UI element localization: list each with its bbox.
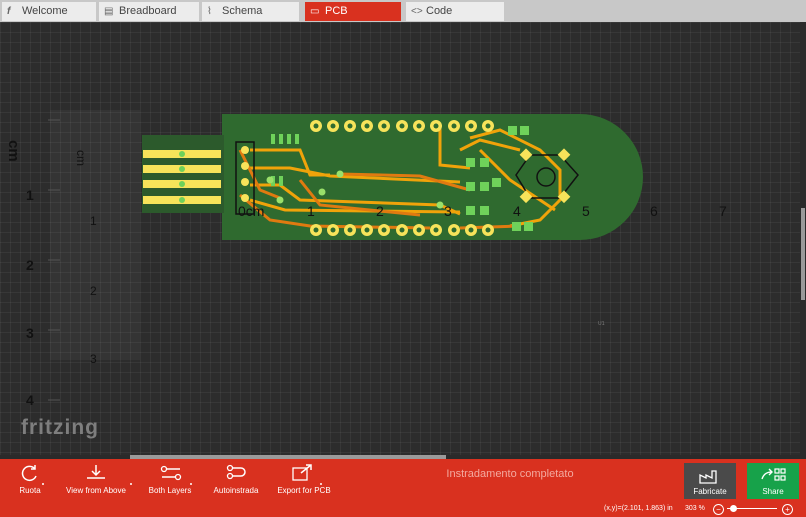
export-for-pcb-button[interactable]: Export for PCB xyxy=(274,459,334,503)
fritzing-logo: fritzing xyxy=(21,416,99,439)
autoroute-button[interactable]: Autoinstrada xyxy=(210,459,262,503)
tab-breadboard[interactable]: ▤ Breadboard xyxy=(99,2,199,21)
ruler-horizontal-label: 3 xyxy=(444,203,452,219)
rotate-icon xyxy=(21,465,37,482)
tab-code[interactable]: <> Code xyxy=(406,2,504,21)
tab-label: Schema xyxy=(222,5,263,17)
ruler-horizontal-label: 5 xyxy=(582,203,590,219)
share-button[interactable]: Share xyxy=(747,463,799,499)
vertical-scrollbar-thumb[interactable] xyxy=(801,208,805,300)
export-for-pcb-label: Export for PCB xyxy=(277,486,331,495)
pcb-drawing: U1 xyxy=(48,110,643,401)
share-icon xyxy=(761,468,786,481)
tab-bar: f Welcome ▤ Breadboard ⌇ Schema ▭ PCB <>… xyxy=(0,0,806,22)
zoom-out-button[interactable]: − xyxy=(713,504,724,515)
factory-icon xyxy=(699,470,717,484)
rotate-button[interactable]: Ruota xyxy=(8,459,52,503)
pcb-icon: ▭ xyxy=(310,6,320,17)
autoroute-label: Autoinstrada xyxy=(213,486,259,495)
tab-label: PCB xyxy=(325,5,348,17)
both-layers-label: Both Layers xyxy=(148,486,192,495)
layers-icon xyxy=(160,465,182,481)
export-icon xyxy=(292,464,312,481)
code-icon: <> xyxy=(411,6,423,17)
ruler-vertical-label: 1 xyxy=(26,187,34,203)
zoom-slider-handle[interactable] xyxy=(730,505,737,512)
tab-label: Code xyxy=(426,5,453,17)
ruler-horizontal-label: 1 xyxy=(307,203,315,219)
ruler-vertical-mid-label: 3 xyxy=(90,352,97,366)
cursor-coordinates: (x,y)=(2.101, 1.863) in xyxy=(604,505,673,512)
ruler-vertical-label: 3 xyxy=(26,325,34,341)
ruler-horizontal-label: 2 xyxy=(376,203,384,219)
fritzing-f-icon: f xyxy=(7,6,11,17)
autoroute-icon xyxy=(226,464,246,480)
tab-schema[interactable]: ⌇ Schema xyxy=(202,2,299,21)
zoom-in-button[interactable]: + xyxy=(782,504,793,515)
ruler-vertical-mid-zero: cm xyxy=(74,150,88,166)
svg-text:U1: U1 xyxy=(598,321,605,327)
zoom-level: 303 % xyxy=(685,505,705,512)
fabricate-button[interactable]: Fabricate xyxy=(684,463,736,499)
view-from-above-button[interactable]: View from Above xyxy=(64,459,132,503)
view-from-above-icon xyxy=(87,465,105,479)
ruler-vertical-mid-label: 1 xyxy=(90,214,97,228)
schematic-icon: ⌇ xyxy=(207,6,212,17)
ruler-sheet xyxy=(50,110,140,360)
ruler-horizontal-label: 6 xyxy=(650,203,658,219)
view-from-above-label: View from Above xyxy=(66,486,126,495)
routing-status-text: Instradamento completato xyxy=(446,468,574,480)
ruler-horizontal-label: 7 xyxy=(719,203,727,219)
ruler-vertical-label: 2 xyxy=(26,257,34,273)
tab-pcb[interactable]: ▭ PCB xyxy=(305,2,401,21)
ruler-horizontal-label: 0cm xyxy=(238,203,265,219)
ruler-vertical-label: 4 xyxy=(26,392,34,408)
share-label: Share xyxy=(762,487,784,496)
tab-label: Welcome xyxy=(22,5,68,17)
pcb-canvas[interactable]: U1 cm 1 2 3 4 cm 1 2 3 0cm 1 2 3 4 5 6 7 xyxy=(0,22,800,458)
both-layers-button[interactable]: Both Layers xyxy=(144,459,196,503)
fabricate-label: Fabricate xyxy=(693,487,727,496)
ruler-vertical-mid-label: 2 xyxy=(90,284,97,298)
breadboard-icon: ▤ xyxy=(104,6,114,17)
ruler-vertical-zero: cm xyxy=(5,140,22,162)
rotate-label: Ruota xyxy=(19,486,41,495)
tab-label: Breadboard xyxy=(119,5,177,17)
ruler-horizontal-label: 4 xyxy=(513,203,521,219)
tab-welcome[interactable]: f Welcome xyxy=(2,2,96,21)
